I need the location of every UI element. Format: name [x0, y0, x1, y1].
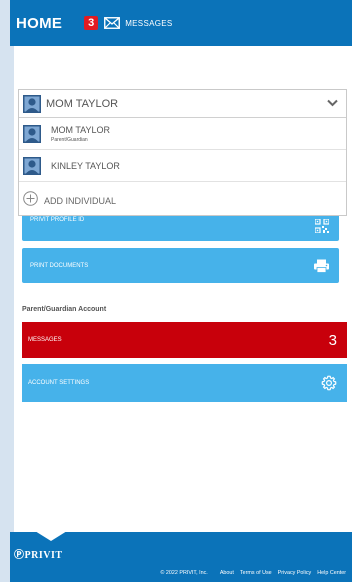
avatar-icon [23, 156, 41, 175]
option-text: KINLEY TAYLOR [51, 161, 120, 171]
add-individual-option[interactable]: ADD INDIVIDUAL [19, 182, 346, 215]
footer-link-help[interactable]: Help Center [317, 570, 346, 576]
print-documents-button[interactable]: PRINT DOCUMENTS [22, 248, 339, 283]
dropdown-selected[interactable]: MOM TAYLOR [19, 90, 346, 118]
messages-count-badge[interactable]: 3 [84, 16, 99, 30]
messages-link[interactable]: MESSAGES [125, 19, 172, 28]
option-name: KINLEY TAYLOR [51, 160, 120, 171]
plus-circle-icon [23, 191, 38, 206]
dropdown-option-mom-taylor[interactable]: MOM TAYLOR Parent/Guardian [19, 118, 346, 150]
add-individual-label: ADD INDIVIDUAL [44, 195, 117, 206]
option-role: Parent/Guardian [51, 136, 88, 143]
brand-name: PRIVIT [24, 550, 63, 561]
messages-row[interactable]: MESSAGES 3 [22, 322, 347, 358]
avatar-icon [23, 124, 41, 143]
avatar-icon [23, 94, 41, 113]
top-bar: HOME 3 MESSAGES [10, 0, 352, 46]
selected-individual-name: MOM TAYLOR [46, 97, 119, 110]
privit-logo: ⓅPRIVIT [14, 546, 63, 561]
app-frame [0, 0, 352, 582]
option-text: MOM TAYLOR Parent/Guardian [51, 125, 110, 143]
gear-icon [321, 375, 337, 391]
section-label-account: Parent/Guardian Account [22, 306, 107, 313]
mail-icon[interactable] [104, 17, 121, 29]
messages-row-label: MESSAGES [28, 337, 62, 343]
footer-links: © 2022 PRIVIT, Inc. About Terms of Use P… [160, 570, 346, 576]
logo-mark-icon: Ⓟ [14, 550, 25, 561]
footer-notch [35, 531, 67, 541]
home-link[interactable]: HOME [16, 15, 62, 32]
individual-dropdown[interactable]: MOM TAYLOR MOM TAYLOR Parent/Guardian KI… [18, 89, 347, 216]
chevron-down-icon[interactable] [327, 99, 338, 107]
printer-icon [314, 259, 329, 273]
privit-profile-id-label: PRIVIT PROFILE ID [30, 217, 85, 223]
footer: ⓅPRIVIT © 2022 PRIVIT, Inc. About Terms … [10, 531, 352, 582]
qr-code-icon [315, 219, 329, 233]
print-documents-label: PRINT DOCUMENTS [30, 262, 89, 269]
footer-link-about[interactable]: About [220, 570, 234, 576]
account-settings-row[interactable]: ACCOUNT SETTINGS [22, 364, 347, 402]
messages-row-count: 3 [328, 331, 337, 349]
footer-link-terms[interactable]: Terms of Use [240, 570, 272, 576]
dropdown-option-kinley-taylor[interactable]: KINLEY TAYLOR [19, 150, 346, 182]
option-name: MOM TAYLOR [51, 124, 111, 135]
account-settings-label: ACCOUNT SETTINGS [28, 380, 90, 386]
copyright-text: © 2022 PRIVIT, Inc. [160, 570, 208, 576]
footer-link-privacy[interactable]: Privacy Policy [278, 570, 312, 576]
